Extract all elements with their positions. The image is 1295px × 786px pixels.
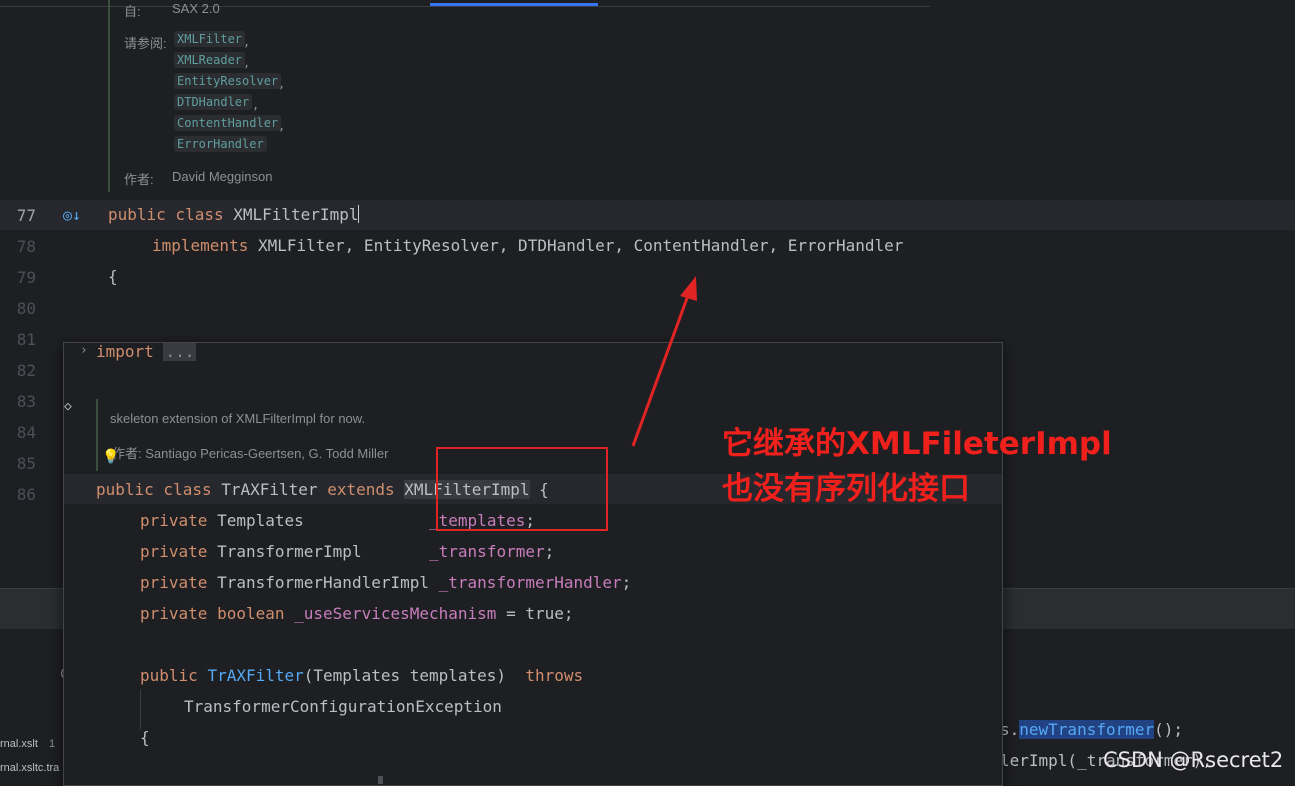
annotation-text-line1: 它继承的XMLFileterImpl xyxy=(722,426,1112,462)
annotation-arrow xyxy=(631,276,697,447)
annotation-text-line2: 也没有序列化接口 xyxy=(722,471,970,507)
watermark: CSDN @Rsecret2 xyxy=(1103,748,1284,772)
